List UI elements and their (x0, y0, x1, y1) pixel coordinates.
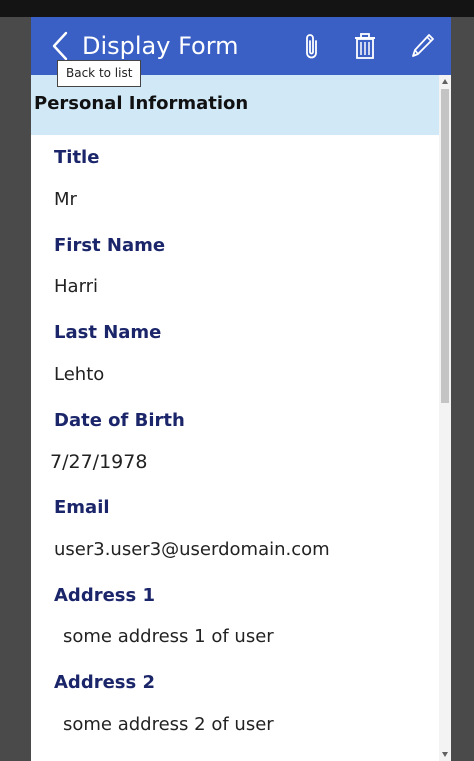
back-chevron-icon (52, 31, 68, 61)
field-label-last-name: Last Name (54, 322, 162, 343)
field-label-date-of-birth: Date of Birth (54, 410, 185, 431)
field-label-address-1: Address 1 (54, 585, 156, 606)
field-label-first-name: First Name (54, 235, 166, 256)
display-form-screen: Display Form Personal Information Back t… (31, 17, 451, 761)
field-value-date-of-birth: 7/27/1978 (50, 451, 148, 473)
scroll-up-arrow-icon[interactable] (442, 79, 448, 84)
field-label-address-2: Address 2 (54, 672, 156, 693)
attach-button[interactable] (297, 30, 327, 62)
scroll-down-arrow-icon[interactable] (442, 752, 448, 757)
page-title: Display Form (82, 32, 239, 60)
trash-icon (355, 33, 375, 59)
paperclip-icon (306, 34, 317, 59)
back-button[interactable] (49, 30, 71, 62)
back-tooltip: Back to list (57, 60, 142, 87)
edit-button[interactable] (407, 30, 437, 62)
scrollbar-thumb[interactable] (441, 89, 449, 403)
field-label-email: Email (54, 497, 110, 518)
field-value-address-1: some address 1 of user (63, 626, 274, 647)
delete-button[interactable] (350, 30, 380, 62)
field-value-first-name: Harri (54, 276, 99, 297)
vertical-scrollbar[interactable] (439, 75, 451, 761)
section-title: Personal Information (34, 93, 249, 114)
field-value-email: user3.user3@userdomain.com (54, 539, 330, 560)
field-value-last-name: Lehto (54, 364, 105, 385)
pencil-icon (412, 34, 434, 57)
field-label-title: Title (54, 147, 100, 168)
window-top-strip (0, 0, 474, 17)
field-value-title: Mr (54, 189, 77, 210)
field-value-address-2: some address 2 of user (63, 714, 274, 735)
